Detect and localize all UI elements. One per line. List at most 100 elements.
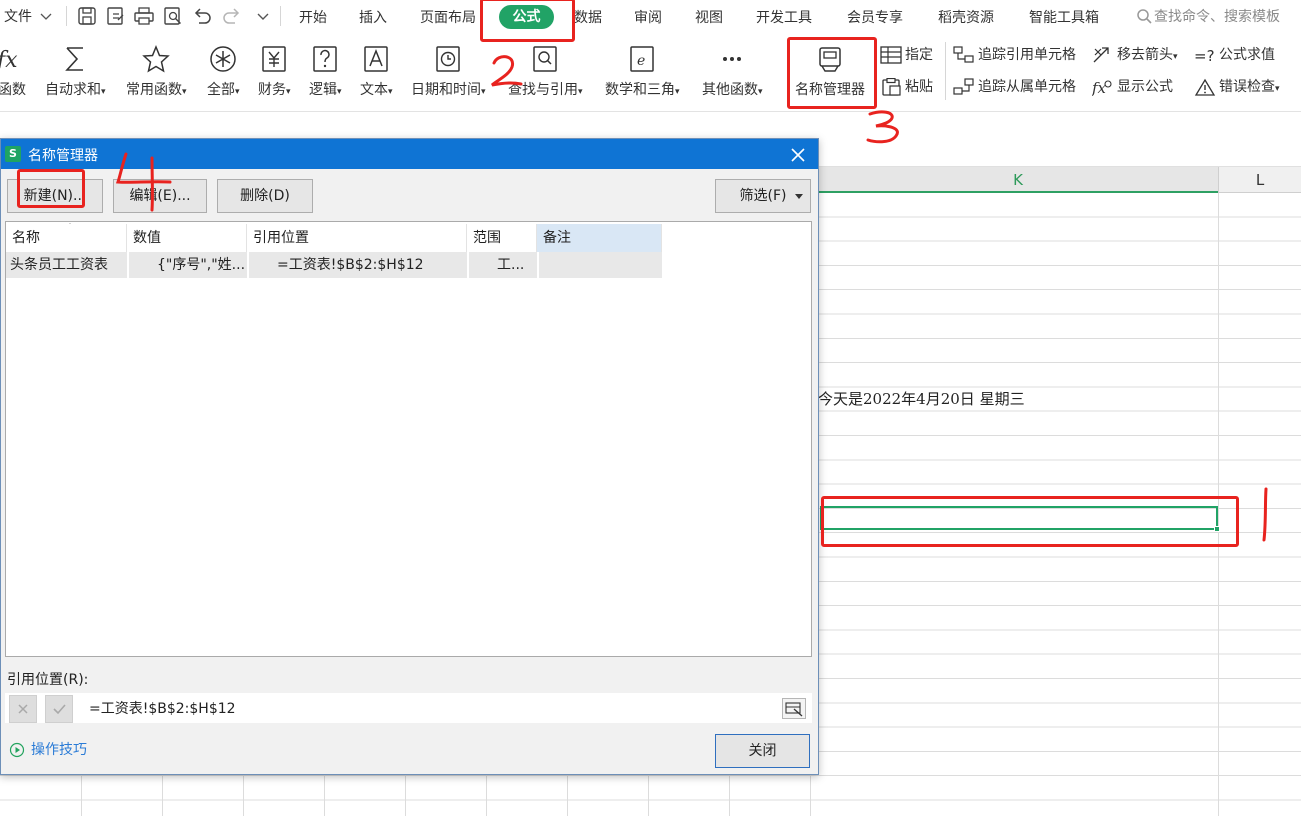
row-name-cell[interactable]: 头条员工工资表 (6, 252, 127, 278)
column-name[interactable]: 名称 (6, 224, 127, 252)
collapse-dialog-button[interactable] (782, 698, 806, 719)
tab-insert[interactable]: 插入 (359, 7, 387, 27)
menu-bar: 文件 开始 插入 页面布局 公式 数据 审阅 视图 开发工具 会员专享 稻壳资源… (0, 0, 1301, 34)
column-value[interactable]: 数值 (127, 224, 247, 252)
tab-home[interactable]: 开始 (299, 7, 327, 27)
cancel-edit-button[interactable] (9, 695, 37, 723)
finance-button[interactable]: 财务▾ (258, 44, 291, 99)
divider (66, 6, 67, 26)
tab-view[interactable]: 视图 (695, 7, 723, 27)
clock-icon (436, 46, 461, 72)
command-search[interactable]: 查找命令、搜索模板 (1136, 6, 1280, 26)
divider (280, 6, 281, 26)
refers-to-input[interactable]: =工资表!$B$2:$H$12 (85, 695, 775, 723)
sigma-icon (65, 47, 84, 71)
column-header-l[interactable]: L (1218, 167, 1301, 193)
check-icon (53, 704, 66, 715)
undo-icon[interactable] (191, 5, 213, 27)
file-menu[interactable]: 文件 (4, 6, 52, 26)
close-icon[interactable] (787, 144, 809, 166)
column-refers-to[interactable]: 引用位置 (247, 224, 467, 252)
all-functions-button[interactable]: 全部▾ (207, 44, 240, 99)
tips-link[interactable]: 操作技巧 (9, 739, 87, 759)
column-note[interactable]: 备注 (537, 224, 662, 252)
save-icon[interactable] (76, 5, 98, 27)
other-functions-button[interactable]: 其他函数▾ (702, 44, 763, 99)
trace-dependents-button[interactable]: 追踪从属单元格 (953, 76, 1076, 98)
dialog-title: 名称管理器 (28, 148, 98, 164)
annotation-box-formula-tab (480, 0, 575, 42)
column-header-k[interactable]: K (818, 167, 1218, 193)
lookup-icon (533, 46, 558, 72)
text-functions-button[interactable]: 文本▾ (360, 44, 393, 99)
annotation-number-2 (491, 55, 523, 87)
remove-arrows-button[interactable]: 移去箭头▾ (1092, 44, 1178, 66)
warning-icon (1194, 78, 1216, 96)
tab-data[interactable]: 数据 (574, 7, 602, 27)
date-cell-text: 今天是2022年4月20日 星期三 (818, 390, 1025, 408)
trace-precedents-label: 追踪引用单元格 (978, 47, 1076, 63)
tab-developer[interactable]: 开发工具 (756, 7, 812, 27)
show-formulas-button[interactable]: fx 显示公式 (1091, 76, 1173, 98)
row-ref-cell[interactable]: =工资表!$B$2:$H$12 (249, 252, 467, 278)
logic-label: 逻辑 (309, 82, 337, 98)
assign-name-button[interactable]: 指定 (880, 44, 933, 66)
remove-arrows-label: 移去箭头 (1117, 47, 1173, 63)
column-header-bar: K L (818, 167, 1301, 193)
column-scope[interactable]: 范围 (467, 224, 537, 252)
dropdown-triangle-icon (795, 194, 803, 199)
row-scope-cell[interactable]: 工... (469, 252, 537, 278)
date-time-button[interactable]: 日期和时间▾ (411, 44, 486, 99)
customize-chevron-icon[interactable] (252, 5, 274, 27)
asterisk-icon (210, 46, 237, 72)
text-a-icon (364, 46, 389, 72)
tab-page-layout[interactable]: 页面布局 (420, 7, 476, 27)
logic-button[interactable]: 逻辑▾ (309, 44, 342, 99)
filter-button[interactable]: 筛选(F) (715, 179, 811, 213)
svg-text:=?: =? (1194, 47, 1215, 64)
refers-to-label: 引用位置(R): (7, 672, 89, 688)
tab-smart-tools[interactable]: 智能工具箱 (1029, 7, 1099, 27)
insert-function-button[interactable]: fx 函数 (0, 44, 26, 99)
trace-precedents-button[interactable]: 追踪引用单元格 (953, 44, 1076, 66)
play-circle-icon (9, 742, 25, 758)
ribbon-formula: fx 函数 自动求和▾ 常用函数▾ 全部▾ 财务▾ 逻辑▾ 文本▾ 日期和时间▾… (0, 34, 1301, 112)
common-functions-button[interactable]: 常用函数▾ (126, 44, 187, 99)
annotation-box-name-manager (787, 37, 877, 109)
finance-label: 财务 (258, 82, 286, 98)
question-icon (313, 46, 338, 72)
evaluate-formula-button[interactable]: =? 公式求值 (1194, 44, 1275, 66)
row-note-cell[interactable] (539, 252, 662, 278)
print-preview-icon[interactable] (162, 5, 184, 27)
delete-button[interactable]: 删除(D) (217, 179, 313, 213)
filter-button-label: 筛选(F) (739, 188, 787, 204)
star-icon (142, 45, 171, 73)
remove-arrows-icon (1093, 47, 1109, 63)
close-button-label: 关闭 (748, 743, 777, 759)
autosum-label: 自动求和 (45, 82, 101, 98)
tab-docer[interactable]: 稻壳资源 (938, 7, 994, 27)
redo-icon[interactable] (221, 5, 243, 27)
delete-button-label: 删除(D) (240, 188, 290, 204)
export-pdf-icon[interactable] (105, 5, 127, 27)
wps-sheet-icon: S (5, 146, 21, 162)
show-formulas-label: 显示公式 (1117, 79, 1173, 95)
math-trig-button[interactable]: e 数学和三角▾ (605, 44, 680, 99)
trace-dependents-icon (953, 78, 974, 95)
close-button[interactable]: 关闭 (715, 734, 810, 768)
refers-to-row: =工资表!$B$2:$H$12 (5, 693, 812, 723)
names-list[interactable]: 名称 数值 引用位置 范围 备注 头条员工工资表 {"序号","姓... =工资… (5, 221, 812, 657)
confirm-edit-button[interactable] (45, 695, 73, 723)
all-functions-label: 全部 (207, 82, 235, 98)
evaluate-formula-label: 公式求值 (1219, 47, 1275, 63)
tab-member[interactable]: 会员专享 (847, 7, 903, 27)
print-icon[interactable] (133, 5, 155, 27)
row-value-cell[interactable]: {"序号","姓... (129, 252, 247, 278)
math-trig-label: 数学和三角 (605, 82, 675, 98)
error-check-button[interactable]: 错误检查▾ (1194, 76, 1280, 98)
text-functions-label: 文本 (360, 82, 388, 98)
autosum-button[interactable]: 自动求和▾ (45, 44, 106, 99)
paste-name-button[interactable]: 粘贴 (880, 76, 933, 98)
fx-icon: fx (0, 48, 18, 73)
tab-review[interactable]: 审阅 (634, 7, 662, 27)
